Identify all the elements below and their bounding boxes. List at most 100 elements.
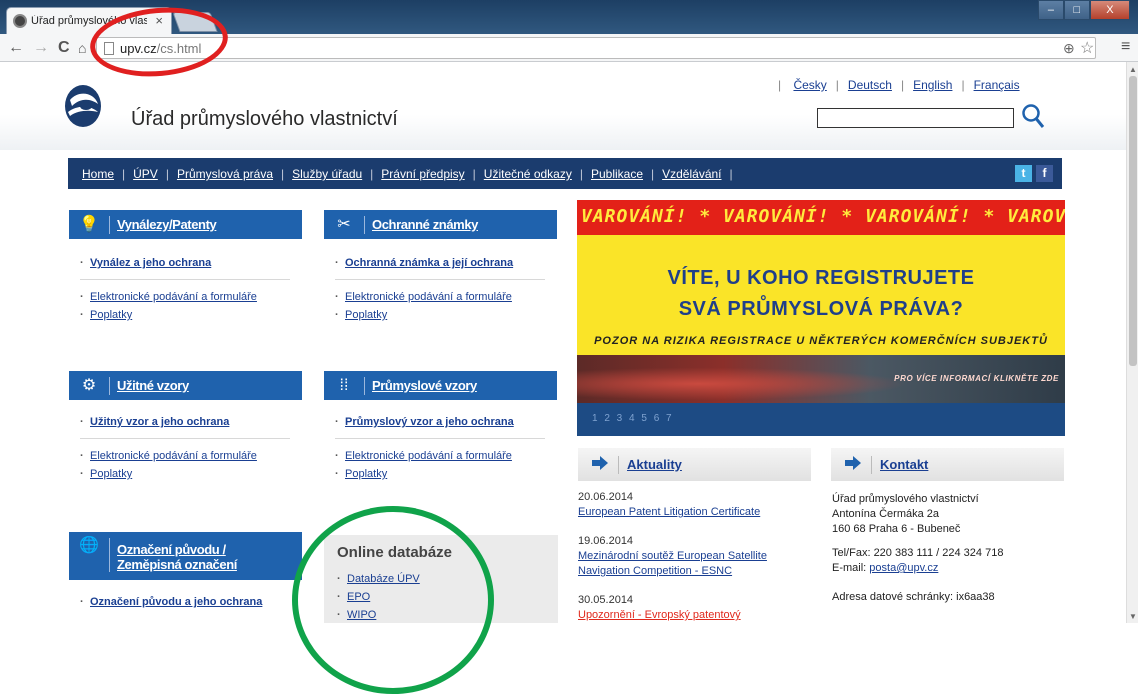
close-window-button[interactable]: X — [1089, 0, 1130, 20]
lang-german-link[interactable]: Deutsch — [848, 78, 892, 92]
language-switcher: | Česky | Deutsch | English | Français — [778, 78, 1020, 92]
nav-home[interactable]: Home — [82, 167, 114, 181]
back-arrow-icon[interactable]: ← — [8, 38, 24, 58]
contact-street: Antonína Čermáka 2a — [832, 508, 940, 520]
news-link[interactable]: Mezinárodní soutěž European Satellite Na… — [578, 550, 767, 577]
nav-sluzby-uradu[interactable]: Služby úřadu — [292, 167, 362, 181]
contact-databox: Adresa datové schránky: ix6aa38 — [832, 591, 995, 603]
upv-logo-icon[interactable] — [64, 82, 102, 128]
category-utility-models-header[interactable]: ⚙ Užitné vzory — [69, 371, 302, 400]
scroll-thumb[interactable] — [1129, 76, 1137, 366]
twitter-icon[interactable]: t — [1015, 165, 1032, 182]
arrow-right-icon — [592, 456, 608, 470]
banner-more-info-link[interactable]: PRO VÍCE INFORMACÍ KLIKNĚTE ZDE — [894, 374, 1059, 383]
utility-models-links: Užitný vzor a jeho ochrana Elektronické … — [80, 414, 290, 484]
contact-email-row: E-mail: posta@upv.cz — [832, 562, 939, 574]
origin-links: Označení původu a jeho ochrana — [80, 594, 262, 612]
contact-email-link[interactable]: posta@upv.cz — [869, 562, 938, 574]
contact-header[interactable]: Kontakt — [831, 448, 1064, 481]
reload-icon[interactable]: C — [58, 38, 70, 58]
news-date: 20.06.2014 — [578, 491, 634, 503]
menu-icon[interactable]: ≡ — [1121, 38, 1130, 56]
site-favicon-icon — [13, 14, 27, 28]
maximize-button[interactable]: □ — [1063, 0, 1090, 20]
news-link[interactable]: Upozornění - Evropský patentový — [578, 609, 741, 621]
site-title[interactable]: Úřad průmyslového vlastnictví — [131, 108, 398, 131]
category-patents-header[interactable]: 💡 Vynálezy/Patenty — [69, 210, 302, 239]
dots-icon: ⁞⁞ — [339, 377, 349, 394]
category-industrial-designs-header[interactable]: ⁞⁞ Průmyslové vzory — [324, 371, 557, 400]
green-annotation-circle — [292, 506, 494, 694]
news-header[interactable]: Aktuality — [578, 448, 811, 481]
industrial-designs-links: Průmyslový vzor a jeho ochrana Elektroni… — [335, 414, 545, 484]
lightbulb-icon: 💡 — [79, 216, 99, 233]
link-poplatky[interactable]: Poplatky — [345, 468, 387, 480]
contact-name: Úřad průmyslového vlastnictví — [832, 493, 979, 505]
news-title[interactable]: Aktuality — [627, 457, 682, 472]
banner-warning-strip: VAROVÁNÍ! * VAROVÁNÍ! * VAROVÁNÍ! * VARO… — [577, 200, 1065, 235]
banner-pager: 1 2 3 4 5 6 7 — [577, 403, 1065, 436]
zoom-icon[interactable]: ⊕ — [1063, 40, 1075, 57]
nav-publikace[interactable]: Publikace — [591, 167, 643, 181]
banner-headline-2: SVÁ PRŮMYSLOVÁ PRÁVA? — [678, 298, 964, 320]
main-navigation: Home | ÚPV | Průmyslová práva | Služby úřadu | P… — [68, 158, 1062, 189]
page-scrollbar[interactable]: ▲ ▼ — [1126, 62, 1138, 623]
link-poplatky[interactable]: Poplatky — [90, 309, 132, 321]
link-elektronicke-podavani[interactable]: Elektronické podávání a formuláře — [90, 291, 257, 303]
nav-vzdelavani[interactable]: Vzdělávání — [662, 167, 721, 181]
nav-uzitecne-odkazy[interactable]: Užitečné odkazy — [484, 167, 572, 181]
home-icon[interactable]: ⌂ — [78, 38, 86, 58]
category-title[interactable]: Označení původu / Zeměpisná označení — [117, 542, 237, 572]
forward-arrow-icon[interactable]: → — [33, 38, 49, 58]
news-item: 19.06.2014 Mezinárodní soutěž European S… — [578, 534, 818, 579]
link-vynalez-ochrana[interactable]: Vynález a jeho ochrana — [90, 257, 211, 269]
nav-upv[interactable]: ÚPV — [133, 167, 158, 181]
banner-main: VÍTE, U KOHO REGISTRUJETE SVÁ PRŮMYSLOVÁ… — [577, 235, 1065, 355]
nav-pravni-predpisy[interactable]: Právní předpisy — [381, 167, 464, 181]
address-bar[interactable]: upv.cz/cs.html — [96, 37, 1096, 59]
lang-french-link[interactable]: Français — [974, 78, 1020, 92]
lang-english-link[interactable]: English — [913, 78, 952, 92]
globe-icon: 🌐 — [79, 537, 99, 554]
category-origin-header[interactable]: 🌐 Označení původu / Zeměpisná označení — [69, 532, 302, 580]
banner-image: PRO VÍCE INFORMACÍ KLIKNĚTE ZDE — [577, 355, 1065, 403]
link-poplatky[interactable]: Poplatky — [90, 468, 132, 480]
trademark-icon: ✂ — [337, 216, 351, 233]
category-title[interactable]: Ochranné známky — [372, 217, 478, 232]
contact-telfax: Tel/Fax: 220 383 111 / 224 324 718 — [832, 547, 1004, 559]
link-poplatky[interactable]: Poplatky — [345, 309, 387, 321]
link-uzitny-vzor[interactable]: Užitný vzor a jeho ochrana — [90, 416, 229, 428]
category-title[interactable]: Vynálezy/Patenty — [117, 217, 217, 232]
contact-city: 160 68 Praha 6 - Bubeneč — [832, 523, 961, 535]
patents-links: Vynález a jeho ochrana Elektronické podá… — [80, 255, 290, 325]
news-item: 30.05.2014 Upozornění - Evropský patento… — [578, 593, 818, 623]
news-date: 19.06.2014 — [578, 535, 634, 547]
bookmark-star-icon[interactable]: ☆ — [1080, 38, 1094, 58]
window-controls: – □ X — [1038, 0, 1130, 20]
warning-banner[interactable]: VAROVÁNÍ! * VAROVÁNÍ! * VAROVÁNÍ! * VARO… — [577, 200, 1065, 436]
link-elektronicke-podavani[interactable]: Elektronické podávání a formuláře — [345, 450, 512, 462]
scroll-up-icon[interactable]: ▲ — [1129, 65, 1137, 74]
search-icon[interactable] — [1021, 102, 1045, 130]
category-trademarks-header[interactable]: ✂ Ochranné známky — [324, 210, 557, 239]
link-elektronicke-podavani[interactable]: Elektronické podávání a formuláře — [345, 291, 512, 303]
category-title[interactable]: Užitné vzory — [117, 378, 189, 393]
facebook-icon[interactable]: f — [1036, 165, 1053, 182]
scroll-down-icon[interactable]: ▼ — [1129, 612, 1137, 621]
news-item: 20.06.2014 European Patent Litigation Ce… — [578, 490, 818, 520]
site-header — [0, 62, 1126, 150]
link-prumyslovy-vzor[interactable]: Průmyslový vzor a jeho ochrana — [345, 416, 514, 428]
arrow-right-icon — [845, 456, 861, 470]
banner-page-numbers[interactable]: 1 2 3 4 5 6 7 — [592, 413, 674, 424]
news-link[interactable]: European Patent Litigation Certificate — [578, 506, 760, 518]
link-ochranna-znamka[interactable]: Ochranná známka a její ochrana — [345, 257, 513, 269]
web-page: | Česky | Deutsch | English | Français Úřad pr… — [0, 62, 1126, 623]
link-elektronicke-podavani[interactable]: Elektronické podávání a formuláře — [90, 450, 257, 462]
lang-czech-link[interactable]: Česky — [793, 78, 826, 92]
nav-prumyslova-prava[interactable]: Průmyslová práva — [177, 167, 273, 181]
contact-title[interactable]: Kontakt — [880, 457, 928, 472]
search-input[interactable] — [817, 108, 1014, 128]
category-title[interactable]: Průmyslové vzory — [372, 378, 477, 393]
minimize-button[interactable]: – — [1038, 0, 1064, 20]
link-oznaceni-puvodu[interactable]: Označení původu a jeho ochrana — [90, 596, 262, 608]
